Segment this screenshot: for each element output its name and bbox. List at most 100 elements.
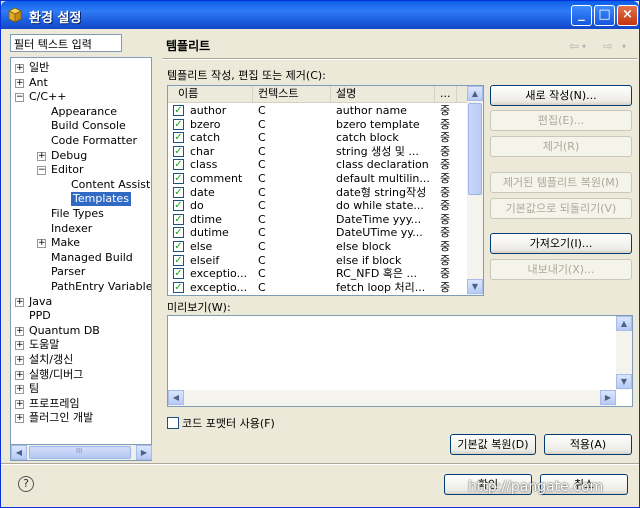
tree-item[interactable]: + 프로프레임 [11, 397, 151, 411]
table-row[interactable]: ✓ catch Ccatch block 중 [168, 131, 468, 145]
expand-icon[interactable]: + [15, 297, 24, 307]
table-row[interactable]: ✓ exceptio... Cfetch loop 처리... 중 [168, 281, 468, 295]
restore-removed-button[interactable]: 제거된 템플리트 복원(M) [490, 172, 632, 193]
tree-scroll-thumb[interactable]: III [29, 446, 131, 459]
filter-input[interactable]: 필터 텍스트 입력 [10, 34, 122, 52]
tree-item[interactable]: + 팀 [11, 382, 151, 396]
expand-icon[interactable]: + [15, 64, 24, 73]
row-enabled-checkbox[interactable]: ✓ [173, 281, 184, 293]
title-bar[interactable]: 환경 설정 _ □ × [1, 1, 639, 29]
table-row[interactable]: ✓ comment Cdefault multilin... 중 [168, 172, 468, 186]
tree-horizontal-scrollbar[interactable]: ◀ III ▶ [10, 445, 152, 461]
import-button[interactable]: 가져오기(I)... [490, 233, 632, 254]
table-row[interactable]: ✓ date Cdate형 string작성 중 [168, 186, 468, 200]
preview-scroll-left-icon[interactable]: ◀ [168, 390, 184, 405]
preview-vertical-scrollbar[interactable]: ▲ ▼ [616, 316, 632, 390]
tree-item[interactable]: Content Assist [11, 178, 151, 192]
tree-item[interactable]: + 일반 [11, 61, 151, 75]
tree-item[interactable]: PPD [11, 309, 151, 323]
table-row[interactable]: ✓ do Cdo while state... 중 [168, 199, 468, 213]
preview-scroll-up-icon[interactable]: ▲ [616, 316, 632, 331]
tree-item[interactable]: File Types [11, 207, 151, 221]
row-enabled-checkbox[interactable]: ✓ [173, 186, 184, 198]
tree-item[interactable]: Build Console [11, 119, 151, 133]
minimize-button[interactable]: _ [571, 5, 592, 26]
row-enabled-checkbox[interactable]: ✓ [173, 254, 184, 266]
checkbox-unchecked-icon[interactable] [167, 417, 179, 429]
forward-arrow-icon[interactable]: ⇨ [603, 39, 613, 53]
scroll-up-icon[interactable]: ▲ [467, 86, 483, 101]
row-enabled-checkbox[interactable]: ✓ [173, 118, 184, 130]
scroll-down-icon[interactable]: ▼ [467, 279, 483, 294]
help-icon[interactable]: ? [18, 476, 34, 492]
tree-item[interactable]: + Make [11, 236, 151, 250]
table-scroll-thumb[interactable] [468, 103, 482, 195]
expand-icon[interactable]: + [15, 414, 24, 424]
apply-button[interactable]: 적용(A) [544, 434, 632, 455]
table-row[interactable]: ✓ dtime C DateTime yyy... 중 [168, 213, 468, 227]
table-row[interactable]: ✓ elseif Celse if block 중 [168, 254, 468, 268]
restore-defaults-button[interactable]: 기본값 복원(D) [450, 434, 536, 455]
collapse-icon[interactable]: − [37, 166, 46, 176]
table-row[interactable]: ✓ char Cstring 생성 및 ... 중 [168, 145, 468, 159]
remove-button[interactable]: 제거(R) [490, 136, 632, 157]
table-row[interactable]: ✓ exceptio... C RC_NFD 혹은 ... 중 [168, 267, 468, 281]
tree-item[interactable]: Appearance [11, 105, 151, 119]
table-row[interactable]: ✓ class Cclass declaration 중 [168, 158, 468, 172]
tree-item[interactable]: − C/C++ [11, 90, 151, 104]
back-arrow-icon[interactable]: ⇦ [569, 39, 579, 53]
export-button[interactable]: 내보내기(X)... [490, 259, 632, 280]
preview-scroll-right-icon[interactable]: ▶ [600, 390, 616, 405]
table-row[interactable]: ✓ author Cauthor name 중 [168, 104, 468, 118]
tree-item[interactable]: + Quantum DB [11, 324, 151, 338]
tree-item[interactable]: + 플러그인 개발 [11, 411, 151, 425]
expand-icon[interactable]: + [37, 151, 46, 161]
expand-icon[interactable]: + [15, 399, 24, 409]
use-formatter-checkbox[interactable]: 코드 포맷터 사용(F) [167, 415, 275, 431]
back-menu-icon[interactable]: ▾ [582, 42, 586, 51]
expand-icon[interactable]: + [15, 385, 24, 395]
tree-item[interactable]: + 실행/디버그 [11, 368, 151, 382]
expand-icon[interactable]: + [15, 78, 24, 88]
maximize-button[interactable]: □ [594, 5, 615, 26]
expand-icon[interactable]: + [15, 326, 24, 336]
column-header-description[interactable]: 설명 [331, 86, 435, 102]
table-vertical-scrollbar[interactable]: ▲ ▼ [467, 86, 483, 295]
tree-item[interactable]: − Editor [11, 163, 151, 177]
close-button[interactable]: × [617, 5, 638, 26]
row-enabled-checkbox[interactable]: ✓ [173, 132, 184, 144]
row-enabled-checkbox[interactable]: ✓ [173, 227, 184, 239]
table-row[interactable]: ✓ bzero Cbzero template 중 [168, 118, 468, 132]
column-header-context[interactable]: 컨텍스트 [253, 86, 331, 102]
table-row[interactable]: ✓ else Celse block 중 [168, 240, 468, 254]
tree-item[interactable]: + 설치/갱신 [11, 353, 151, 367]
column-header-pattern[interactable]: ... [435, 86, 457, 102]
table-row[interactable]: ✓ dutime C DateUTime yy... 중 [168, 226, 468, 240]
new-template-button[interactable]: 새로 작성(N)... [490, 85, 632, 106]
tree-item[interactable]: Code Formatter [11, 134, 151, 148]
forward-menu-icon[interactable]: ▾ [622, 42, 626, 51]
tree-item[interactable]: + Ant [11, 76, 151, 90]
expand-icon[interactable]: + [37, 239, 46, 249]
scroll-right-icon[interactable]: ▶ [136, 445, 152, 460]
tree-item[interactable]: Templates [11, 192, 151, 207]
row-enabled-checkbox[interactable]: ✓ [173, 200, 184, 212]
tree-item[interactable]: Indexer [11, 222, 151, 236]
column-header-name[interactable]: 이름 [168, 86, 253, 102]
tree-item[interactable]: + 도움말 [11, 338, 151, 352]
row-enabled-checkbox[interactable]: ✓ [173, 213, 184, 225]
tree-item[interactable]: Parser [11, 265, 151, 279]
tree-item[interactable]: PathEntry Variable [11, 280, 151, 294]
collapse-icon[interactable]: − [15, 93, 24, 103]
tree-item[interactable]: + Java [11, 295, 151, 309]
scroll-left-icon[interactable]: ◀ [11, 445, 27, 460]
expand-icon[interactable]: + [15, 341, 24, 351]
row-enabled-checkbox[interactable]: ✓ [173, 105, 184, 116]
row-enabled-checkbox[interactable]: ✓ [173, 173, 184, 184]
row-enabled-checkbox[interactable]: ✓ [173, 268, 184, 280]
preview-area[interactable]: ▲ ▼ ◀ ▶ [167, 315, 633, 407]
preview-horizontal-scrollbar[interactable]: ◀ ▶ [168, 390, 616, 406]
revert-default-button[interactable]: 기본값으로 되돌리기(V) [490, 198, 632, 219]
row-enabled-checkbox[interactable]: ✓ [173, 159, 184, 171]
tree-item[interactable]: Managed Build [11, 251, 151, 265]
